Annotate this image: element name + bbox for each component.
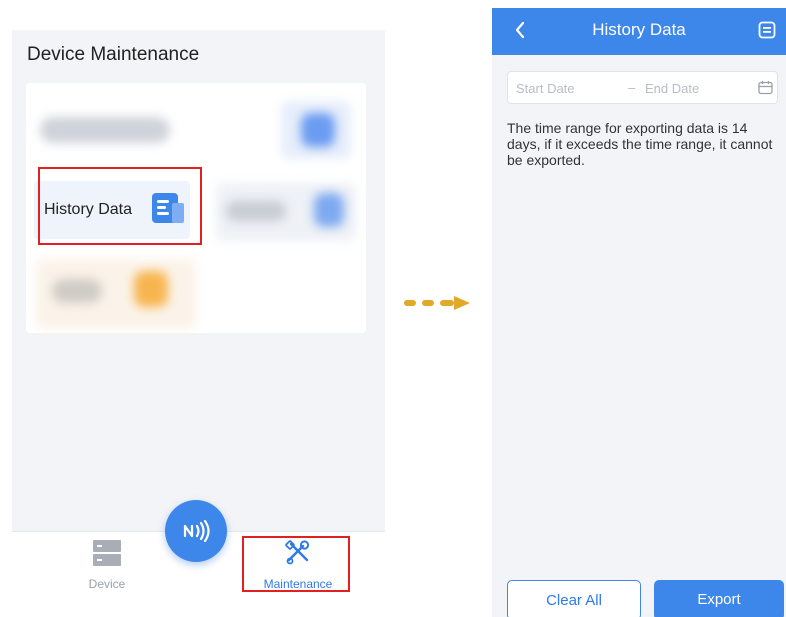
tab-device[interactable]: Device xyxy=(82,540,132,591)
blurred-item-icon xyxy=(301,113,335,147)
date-separator: – xyxy=(628,80,636,95)
header-bar: History Data xyxy=(492,8,786,55)
list-document-icon[interactable] xyxy=(758,21,776,39)
blurred-item-label xyxy=(52,279,102,303)
highlight-frame-maintenance xyxy=(242,536,350,592)
calendar-icon[interactable] xyxy=(758,80,773,95)
date-range-picker[interactable]: Start Date – End Date xyxy=(507,71,778,104)
nfc-button[interactable] xyxy=(165,500,227,562)
nfc-icon xyxy=(183,519,210,543)
start-date-input[interactable]: Start Date xyxy=(516,81,575,96)
end-date-input[interactable]: End Date xyxy=(645,81,699,96)
clear-all-button[interactable]: Clear All xyxy=(507,580,641,617)
blurred-item-label xyxy=(40,117,170,143)
export-range-note: The time range for exporting data is 14 … xyxy=(507,120,773,168)
tab-device-label: Device xyxy=(88,577,126,591)
server-icon xyxy=(93,540,121,566)
export-button[interactable]: Export xyxy=(654,580,784,617)
blurred-item-label xyxy=(226,201,286,221)
blurred-item-icon xyxy=(314,193,344,227)
page-title: Device Maintenance xyxy=(27,44,200,65)
blurred-item-icon xyxy=(134,271,168,307)
highlight-frame-history xyxy=(38,167,202,245)
history-data-screen: History Data Start Date – End Date The t… xyxy=(492,8,786,617)
dashed-arrow-icon xyxy=(404,296,470,310)
header-title: History Data xyxy=(592,20,686,39)
